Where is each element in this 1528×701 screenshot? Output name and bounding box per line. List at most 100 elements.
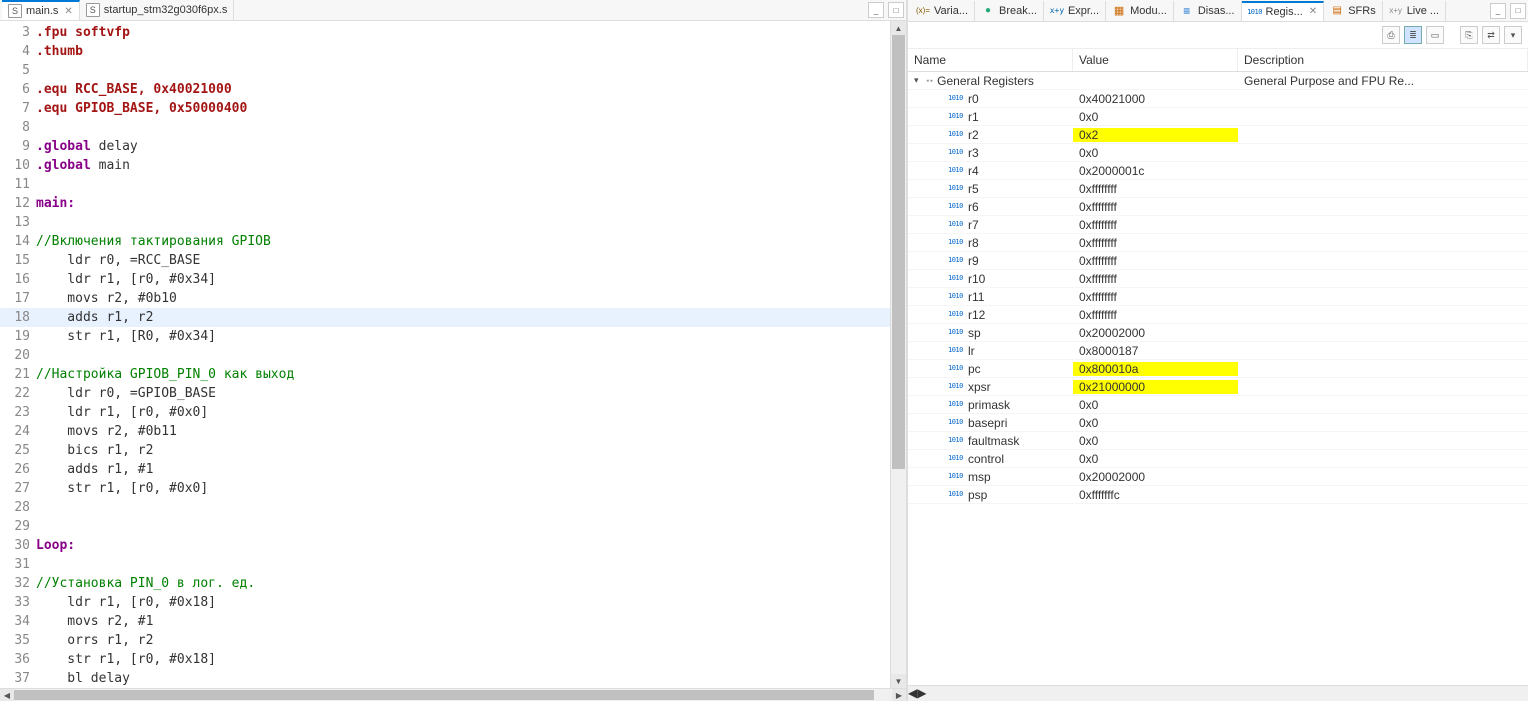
register-row[interactable]: faultmask0x0: [908, 432, 1528, 450]
register-row[interactable]: pc0x800010a: [908, 360, 1528, 378]
code-line[interactable]: [34, 118, 890, 137]
code-line[interactable]: //Установка PIN_0 в лог. ед.: [34, 574, 890, 593]
scroll-down-arrow-icon[interactable]: ▼: [891, 674, 906, 688]
code-line[interactable]: movs r2, #1: [34, 612, 890, 631]
code-line[interactable]: str r1, [r0, #0x0]: [34, 479, 890, 498]
register-value[interactable]: 0xffffffff: [1073, 272, 1238, 286]
scroll-left-arrow-icon[interactable]: ◀: [0, 689, 14, 701]
register-value[interactable]: 0xffffffff: [1073, 308, 1238, 322]
register-row[interactable]: r50xffffffff: [908, 180, 1528, 198]
code-line[interactable]: [34, 498, 890, 517]
maximize-button[interactable]: □: [888, 2, 904, 18]
maximize-button[interactable]: □: [1510, 3, 1526, 19]
code-line[interactable]: ldr r0, =GPIOB_BASE: [34, 384, 890, 403]
register-value[interactable]: 0x0: [1073, 146, 1238, 160]
registers-table[interactable]: ▾꘎꘎General RegistersGeneral Purpose and …: [908, 72, 1528, 685]
code-line[interactable]: .fpu softvfp: [34, 23, 890, 42]
editor-horizontal-scrollbar[interactable]: ◀ ▶: [0, 688, 906, 701]
register-value[interactable]: 0x2000001c: [1073, 164, 1238, 178]
register-value[interactable]: 0x20002000: [1073, 470, 1238, 484]
register-value[interactable]: 0xffffffff: [1073, 290, 1238, 304]
debug-view-tab[interactable]: Disas...: [1174, 1, 1242, 21]
code-line[interactable]: str r1, [R0, #0x34]: [34, 327, 890, 346]
code-line[interactable]: adds r1, r2: [34, 308, 890, 327]
debug-view-tab[interactable]: Regis...✕: [1242, 1, 1325, 21]
register-value[interactable]: 0x0: [1073, 434, 1238, 448]
code-line[interactable]: .equ GPIOB_BASE, 0x50000400: [34, 99, 890, 118]
debug-view-tab[interactable]: Break...: [975, 1, 1044, 21]
registers-horizontal-scrollbar[interactable]: ◀ ▶: [908, 685, 1528, 701]
view-menu-button[interactable]: ▾: [1504, 26, 1522, 44]
debug-view-tab[interactable]: Expr...: [1044, 1, 1106, 21]
register-row[interactable]: r100xffffffff: [908, 270, 1528, 288]
register-value[interactable]: 0xffffffff: [1073, 236, 1238, 250]
register-value[interactable]: 0x21000000: [1073, 380, 1238, 394]
close-icon[interactable]: ✕: [1309, 6, 1317, 17]
register-row[interactable]: basepri0x0: [908, 414, 1528, 432]
register-row[interactable]: control0x0: [908, 450, 1528, 468]
code-line[interactable]: [34, 555, 890, 574]
code-line[interactable]: .thumb: [34, 42, 890, 61]
register-value[interactable]: 0x800010a: [1073, 362, 1238, 376]
register-value[interactable]: 0xfffffffc: [1073, 488, 1238, 502]
toolbar-button[interactable]: ⎙: [1382, 26, 1400, 44]
register-row[interactable]: r00x40021000: [908, 90, 1528, 108]
register-value[interactable]: 0xffffffff: [1073, 200, 1238, 214]
register-value[interactable]: 0x0: [1073, 398, 1238, 412]
register-row[interactable]: r20x2: [908, 126, 1528, 144]
register-row[interactable]: sp0x20002000: [908, 324, 1528, 342]
code-line[interactable]: Loop:: [34, 536, 890, 555]
column-header-description[interactable]: Description: [1238, 49, 1528, 71]
code-line[interactable]: .global delay: [34, 137, 890, 156]
debug-view-tab[interactable]: Varia...: [910, 1, 975, 21]
code-line[interactable]: movs r2, #0b10: [34, 289, 890, 308]
register-value[interactable]: 0x20002000: [1073, 326, 1238, 340]
register-value[interactable]: 0x40021000: [1073, 92, 1238, 106]
code-line[interactable]: [34, 346, 890, 365]
editor-vertical-scrollbar[interactable]: ▲ ▼: [890, 21, 906, 688]
register-value[interactable]: 0xffffffff: [1073, 254, 1238, 268]
debug-view-tab[interactable]: Modu...: [1106, 1, 1174, 21]
toolbar-button[interactable]: ⎘: [1460, 26, 1478, 44]
scroll-up-arrow-icon[interactable]: ▲: [891, 21, 906, 35]
register-row[interactable]: r80xffffffff: [908, 234, 1528, 252]
code-line[interactable]: .equ RCC_BASE, 0x40021000: [34, 80, 890, 99]
scroll-right-arrow-icon[interactable]: ▶: [917, 686, 926, 701]
column-header-value[interactable]: Value: [1073, 49, 1238, 71]
register-value[interactable]: 0x0: [1073, 416, 1238, 430]
minimize-button[interactable]: _: [1490, 3, 1506, 19]
scroll-right-arrow-icon[interactable]: ▶: [892, 689, 906, 701]
code-line[interactable]: .global main: [34, 156, 890, 175]
scrollbar-thumb[interactable]: [14, 690, 874, 700]
debug-view-tab[interactable]: SFRs: [1324, 1, 1383, 21]
register-value[interactable]: 0xffffffff: [1073, 182, 1238, 196]
toolbar-button[interactable]: ▭: [1426, 26, 1444, 44]
code-line[interactable]: //Включения тактирования GPIOB: [34, 232, 890, 251]
code-line[interactable]: [34, 61, 890, 80]
code-line[interactable]: [34, 213, 890, 232]
expand-icon[interactable]: ▾: [914, 75, 924, 86]
register-row[interactable]: xpsr0x21000000: [908, 378, 1528, 396]
debug-view-tab[interactable]: Live ...: [1383, 1, 1446, 21]
code-line[interactable]: ldr r1, [r0, #0x18]: [34, 593, 890, 612]
code-line[interactable]: adds r1, #1: [34, 460, 890, 479]
scrollbar-thumb[interactable]: [892, 35, 905, 469]
code-line[interactable]: str r1, [r0, #0x18]: [34, 650, 890, 669]
toolbar-button[interactable]: ⇄: [1482, 26, 1500, 44]
column-header-name[interactable]: Name: [908, 49, 1073, 71]
code-line[interactable]: main:: [34, 194, 890, 213]
code-line[interactable]: //Настройка GPIOB_PIN_0 как выход: [34, 365, 890, 384]
register-value[interactable]: 0x0: [1073, 110, 1238, 124]
code-line[interactable]: movs r2, #0b11: [34, 422, 890, 441]
register-row[interactable]: lr0x8000187: [908, 342, 1528, 360]
register-value[interactable]: 0x8000187: [1073, 344, 1238, 358]
editor-tab[interactable]: main.s✕: [2, 0, 80, 20]
register-value[interactable]: 0x0: [1073, 452, 1238, 466]
register-row[interactable]: psp0xfffffffc: [908, 486, 1528, 504]
code-line[interactable]: bl delay: [34, 669, 890, 688]
register-row[interactable]: r10x0: [908, 108, 1528, 126]
register-value[interactable]: 0xffffffff: [1073, 218, 1238, 232]
scroll-left-arrow-icon[interactable]: ◀: [908, 686, 917, 701]
close-icon[interactable]: ✕: [64, 6, 72, 17]
register-row[interactable]: r90xffffffff: [908, 252, 1528, 270]
